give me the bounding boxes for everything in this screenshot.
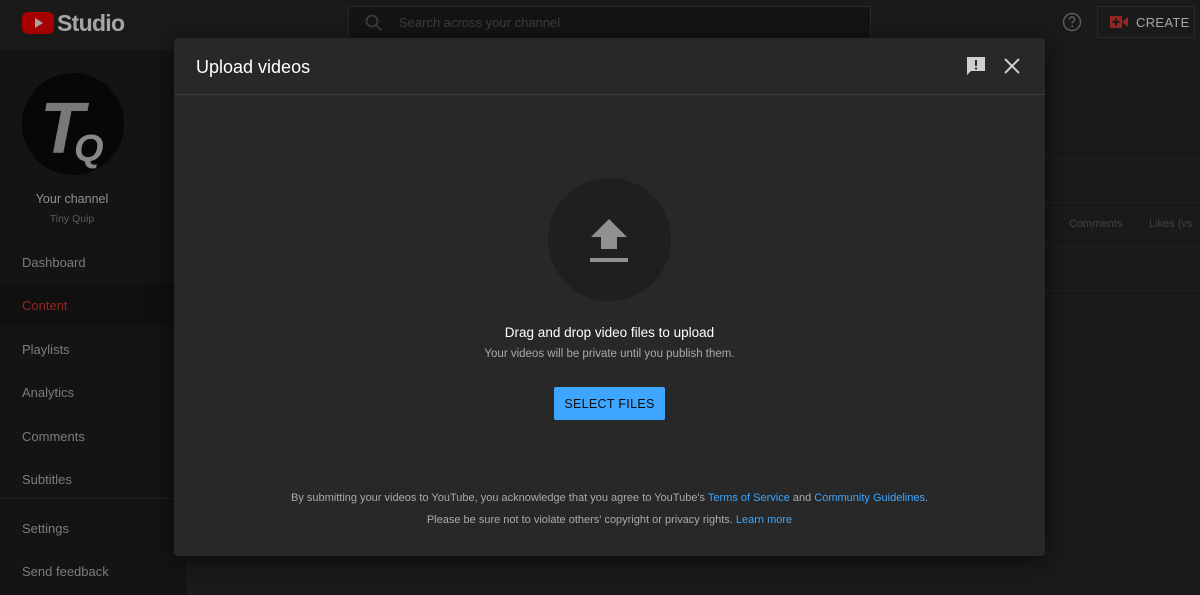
copyright-notice: Please be sure not to violate others' co… bbox=[174, 514, 1045, 526]
upload-arrow-icon bbox=[590, 219, 628, 262]
dialog-title: Upload videos bbox=[196, 57, 311, 77]
feedback-icon[interactable] bbox=[966, 56, 986, 76]
drag-drop-heading: Drag and drop video files to upload bbox=[504, 325, 715, 340]
close-icon[interactable] bbox=[1003, 57, 1021, 75]
community-guidelines-link[interactable]: Community Guidelines bbox=[814, 492, 925, 504]
legal-text: . bbox=[924, 492, 929, 504]
legal-text: and bbox=[789, 492, 815, 504]
legal-text: By submitting your videos to YouTube, yo… bbox=[290, 492, 708, 504]
learn-more-link[interactable]: Learn more bbox=[736, 514, 792, 526]
terms-of-service-link[interactable]: Terms of Service bbox=[708, 492, 790, 504]
legal-notice: By submitting your videos to YouTube, yo… bbox=[174, 492, 1045, 504]
privacy-note: Your videos will be private until you pu… bbox=[484, 348, 735, 360]
upload-videos-dialog: Upload videos Drag and drop video files … bbox=[174, 38, 1045, 556]
select-files-button[interactable]: SELECT FILES bbox=[554, 387, 665, 420]
upload-drop-zone[interactable] bbox=[548, 178, 671, 301]
copyright-text: Please be sure not to violate others' co… bbox=[426, 514, 736, 526]
dialog-header: Upload videos bbox=[174, 38, 1045, 95]
